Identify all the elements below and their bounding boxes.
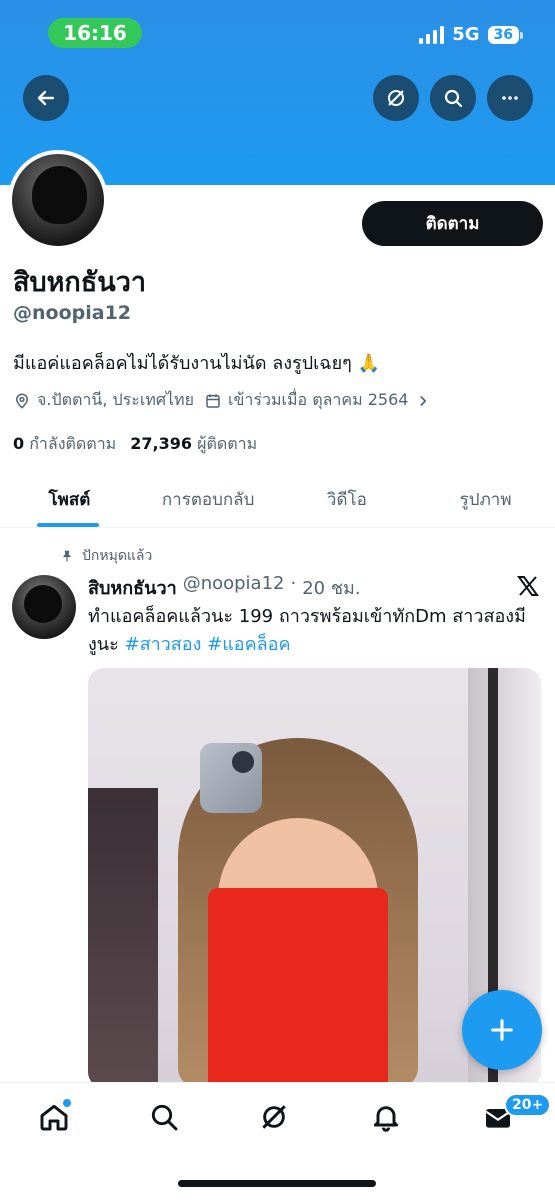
arrow-left-icon [37,90,55,106]
followers-stat[interactable]: 27,396 ผู้ติดตาม [130,432,257,457]
post-separator: · [290,573,297,594]
more-icon [502,96,518,100]
grok-icon [388,90,404,106]
follow-button[interactable]: ติดตาม [362,201,543,246]
chevron-right-icon [420,395,427,406]
home-notification-dot [63,1099,71,1107]
calendar-icon [206,393,220,408]
following-count: 0 [13,434,25,453]
signal-icon [419,25,445,44]
status-indicators: 5G 36 [419,24,524,45]
x-logo-icon [517,576,539,596]
back-button[interactable] [23,75,69,121]
pin-icon [63,550,71,562]
location-item: จ.ปัตตานี, ประเทศไทย [13,388,194,413]
following-label: กำลังติดตาม [29,434,117,453]
bell-icon [373,1106,399,1132]
nav-search[interactable] [148,1101,184,1137]
grok-icon [262,1105,286,1129]
profile-meta: จ.ปัตตานี, ประเทศไทย เข้าร่วมเมื่อ ตุลาค… [13,388,432,413]
hashtag-link[interactable]: #สาวสอง [125,634,202,655]
tab-replies[interactable]: การตอบกลับ [139,470,278,527]
profile-tabs: โพสต์ การตอบกลับ วิดีโอ รูปภาพ [0,470,555,528]
search-button[interactable] [430,75,476,121]
display-name: สิบหกธันวา [13,267,147,298]
tab-videos[interactable]: วิดีโอ [278,470,417,527]
post-author-avatar[interactable] [12,575,76,639]
home-indicator [178,1180,376,1187]
joined-text: เข้าร่วมเมื่อ ตุลาคม 2564 [227,390,409,409]
pinned-indicator: ปักหมุดแล้ว [60,545,152,567]
status-time: 16:16 [48,18,142,48]
more-options-button[interactable] [487,75,533,121]
location-pin-icon [15,393,29,409]
tab-photos[interactable]: รูปภาพ [416,470,555,527]
pinned-label: ปักหมุดแล้ว [82,548,153,564]
nav-home[interactable] [38,1099,74,1137]
plus-icon [491,1019,513,1041]
nav-messages[interactable]: 20+ [482,1093,552,1137]
messages-badge: 20+ [504,1093,552,1117]
followers-count: 27,396 [130,434,192,453]
tab-posts[interactable]: โพสต์ [0,470,139,527]
joined-item[interactable]: เข้าร่วมเมื่อ ตุลาคม 2564 [204,388,432,413]
battery-level: 36 [487,25,524,44]
post-time[interactable]: 20 ชม. [302,573,360,602]
hashtag-link[interactable]: #แอคล็อค [207,634,290,655]
followers-label: ผู้ติดตาม [197,434,258,453]
nav-notifications[interactable] [370,1101,406,1137]
post-header: สิบหกธันวา @noopia12 · 20 ชม. [88,573,361,602]
network-type: 5G [452,24,480,45]
search-icon [151,1104,178,1131]
location-text: จ.ปัตตานี, ประเทศไทย [37,390,194,409]
profile-avatar[interactable] [8,150,108,250]
profile-bio: มีแอค่แอคล็อคไม่ได้รับงานไม่นัด ลงรูปเฉย… [13,353,380,374]
follow-stats: 0 กำลังติดตาม 27,396 ผู้ติดตาม [13,432,257,457]
search-icon [444,89,463,108]
following-stat[interactable]: 0 กำลังติดตาม [13,432,116,457]
grok-button[interactable] [373,75,419,121]
nav-grok[interactable] [258,1101,294,1137]
post-text: ทำแอคล็อคแล้วนะ 199 ถาวรพร้อมเข้าทักDm ส… [88,603,528,659]
post-author-handle[interactable]: @noopia12 [183,573,285,602]
compose-button[interactable] [462,990,542,1070]
post-author-name[interactable]: สิบหกธันวา [88,573,177,602]
user-handle: @noopia12 [13,302,132,324]
